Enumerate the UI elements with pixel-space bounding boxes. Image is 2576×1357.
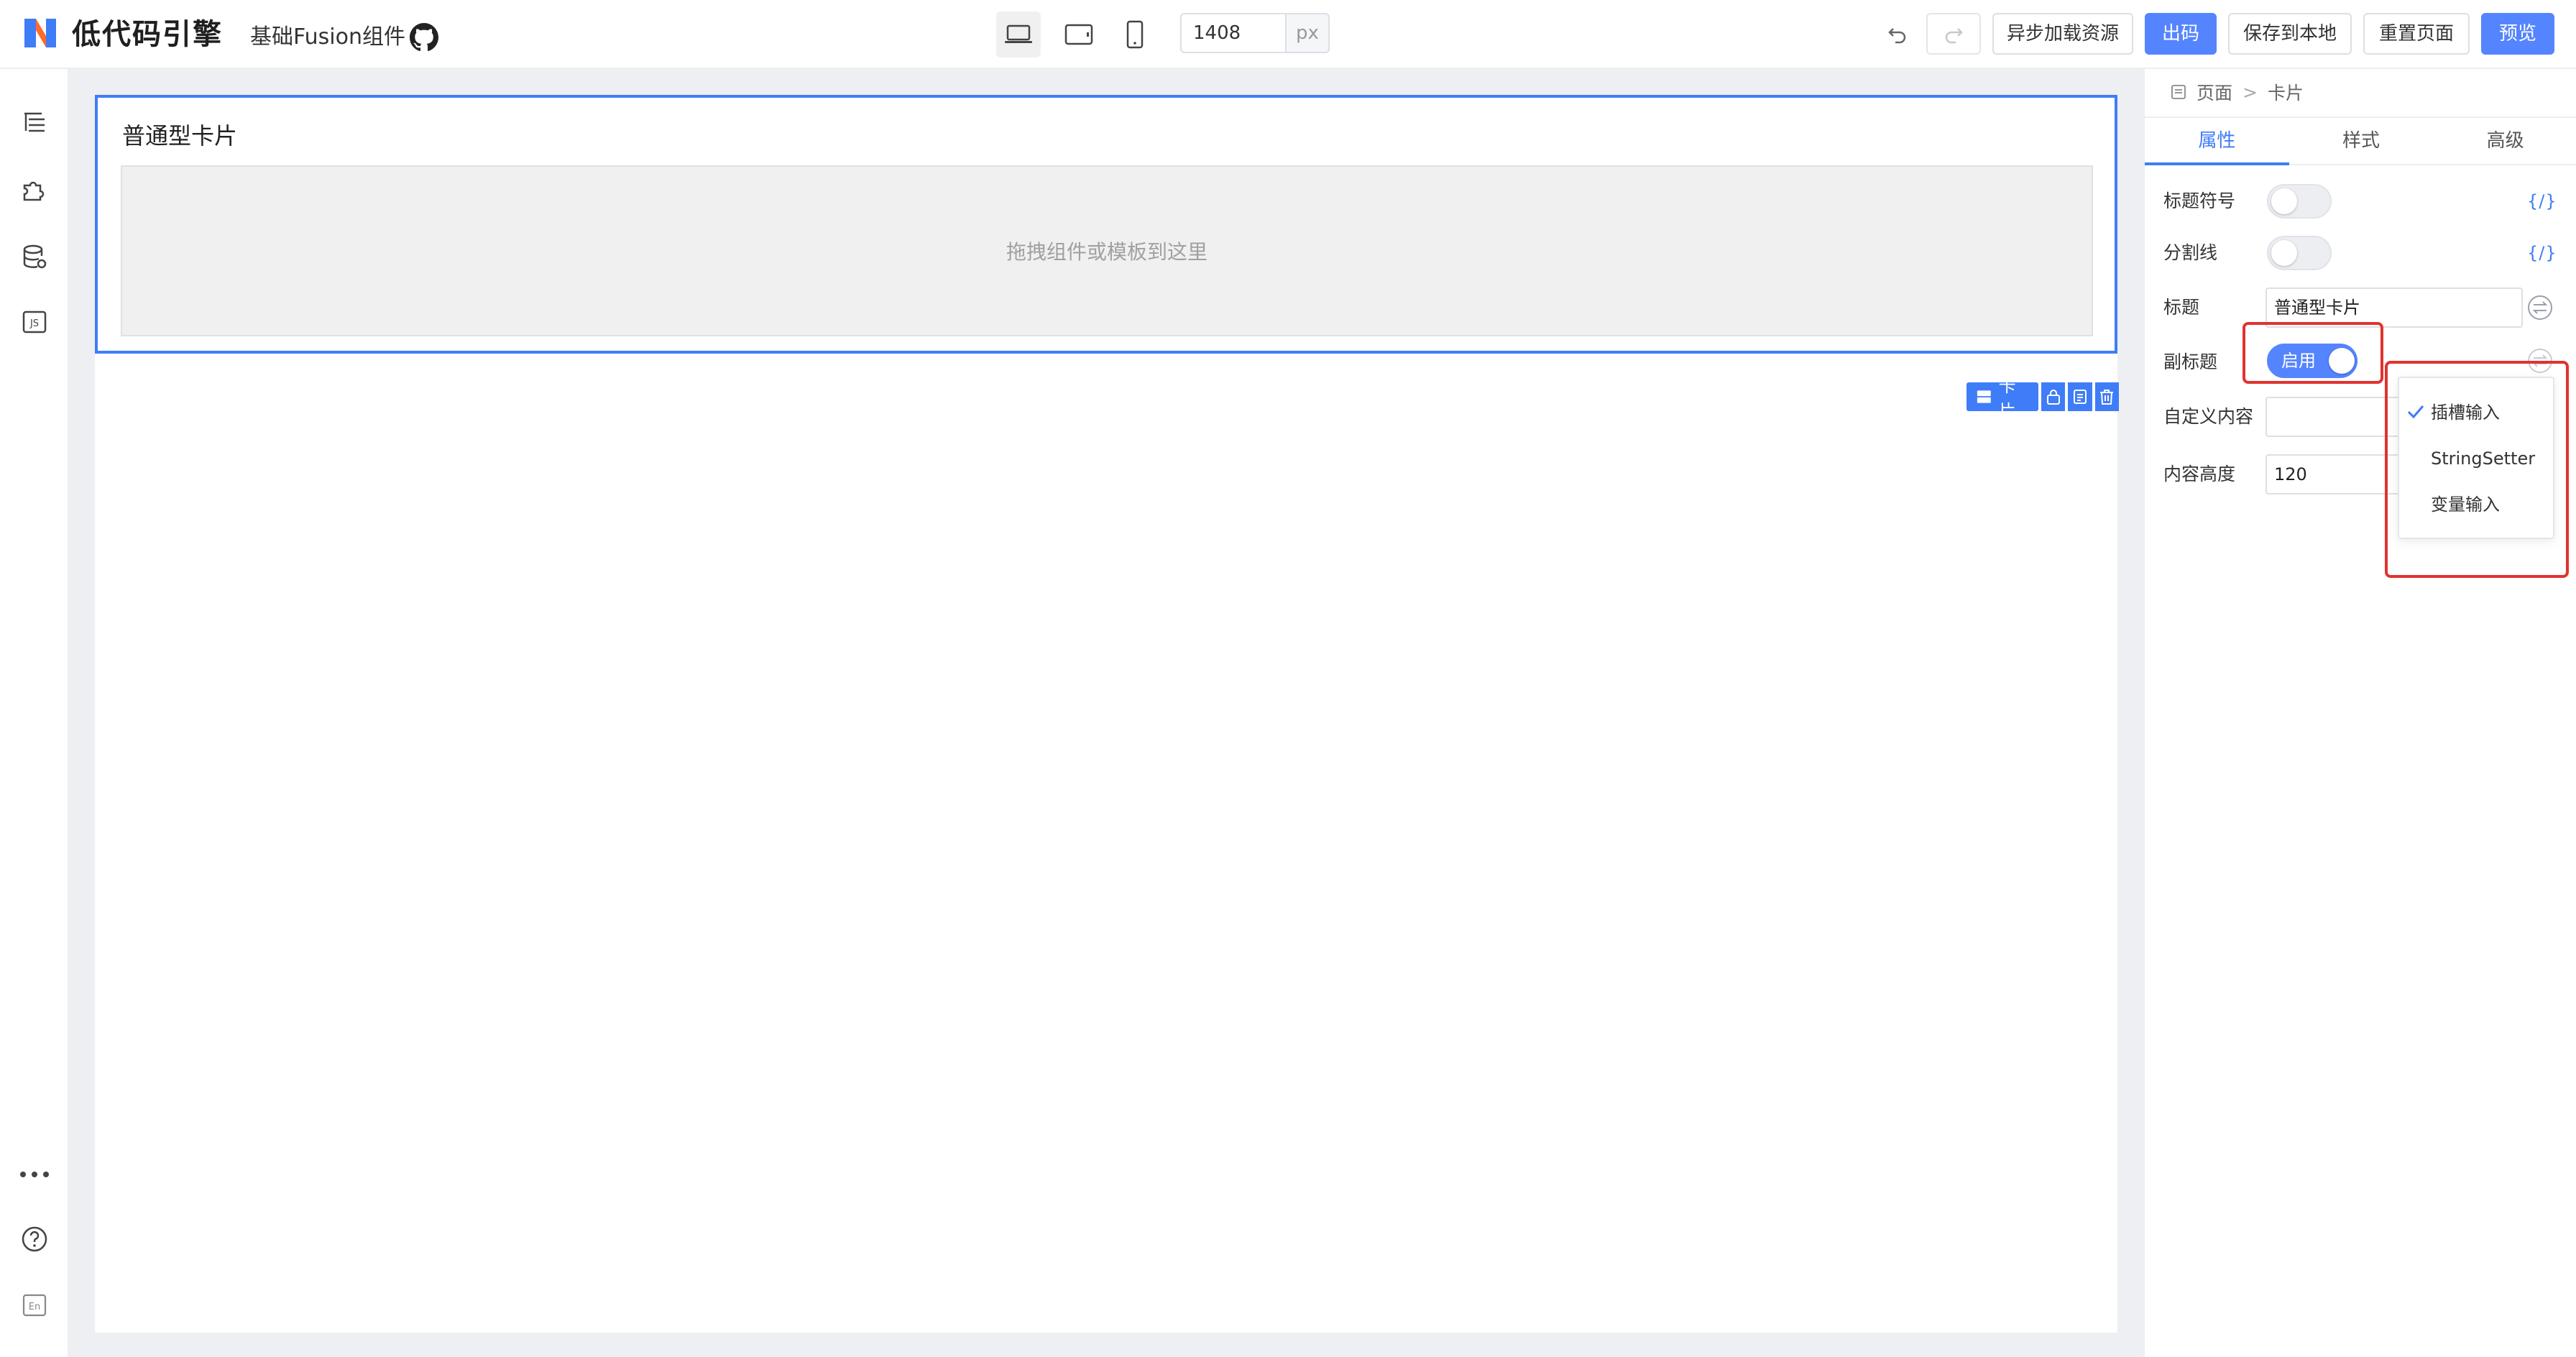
datasource-button[interactable] xyxy=(19,242,50,273)
save-local-button[interactable]: 保存到本地 xyxy=(2228,13,2352,55)
brand-title: 低代码引擎 xyxy=(72,18,223,51)
copy-button[interactable] xyxy=(2068,382,2092,411)
database-icon xyxy=(23,244,47,269)
selection-label-text: 卡片 xyxy=(1998,376,2016,421)
outline-tree-button[interactable] xyxy=(19,106,50,138)
more-button[interactable] xyxy=(19,1159,50,1190)
tablet-view-button[interactable] xyxy=(1057,12,1101,58)
title-symbol-code-toggle[interactable]: {/} xyxy=(2527,187,2557,216)
trash-icon xyxy=(2100,390,2114,405)
reset-page-button[interactable]: 重置页面 xyxy=(2363,13,2470,55)
delete-button[interactable] xyxy=(2094,382,2119,411)
puzzle-icon xyxy=(23,181,45,201)
subtitle-label: 副标题 xyxy=(2163,351,2218,372)
divider-label: 分割线 xyxy=(2163,242,2218,263)
desktop-view-button[interactable] xyxy=(996,12,1041,58)
components-button[interactable] xyxy=(19,174,50,206)
preview-button[interactable]: 预览 xyxy=(2481,13,2554,55)
tab-props[interactable]: 属性 xyxy=(2145,118,2289,165)
canvas-width-unit: px xyxy=(1285,13,1330,53)
undo-button[interactable] xyxy=(1874,13,1920,55)
selection-label[interactable]: 卡片 xyxy=(1966,376,2038,421)
language-button[interactable]: En xyxy=(19,1289,50,1321)
project-name: 基础Fusion组件 xyxy=(250,24,405,50)
async-load-button[interactable]: 异步加载资源 xyxy=(1992,13,2133,55)
title-symbol-label: 标题符号 xyxy=(2163,190,2236,211)
breadcrumb: 页面 > 卡片 xyxy=(2171,78,2304,106)
export-code-button[interactable]: 出码 xyxy=(2145,13,2217,55)
highlight-box-subtitle-switch xyxy=(2242,322,2383,384)
language-en-icon: En xyxy=(22,1294,47,1317)
tab-advanced[interactable]: 高级 xyxy=(2433,118,2576,164)
switch-knob xyxy=(2271,188,2297,214)
outline-tree-icon xyxy=(24,112,45,132)
js-code-button[interactable]: JS xyxy=(19,306,50,338)
card-dropzone[interactable]: 拖拽组件或模板到这里 xyxy=(121,165,2093,336)
breadcrumb-page[interactable]: 页面 xyxy=(2196,79,2232,105)
card-title: 普通型卡片 xyxy=(122,122,238,150)
canvas-width-input[interactable]: 1408 xyxy=(1180,13,1287,53)
top-toolbar: 低代码引擎 基础Fusion组件 1408 px 异步加载资源 出码 保存到本地… xyxy=(0,0,2576,69)
tab-style[interactable]: 样式 xyxy=(2289,118,2434,164)
page-canvas[interactable]: 普通型卡片 拖拽组件或模板到这里 卡片 xyxy=(95,95,2119,1333)
title-symbol-switch[interactable] xyxy=(2267,184,2332,218)
selection-toolbar: 卡片 xyxy=(1966,376,2119,421)
undo-icon xyxy=(1888,28,1906,44)
js-icon: JS xyxy=(22,310,47,334)
redo-button[interactable] xyxy=(1926,13,1981,55)
left-sidebar: JS En xyxy=(0,69,69,1357)
redo-icon xyxy=(1945,28,1963,44)
design-canvas-area: 普通型卡片 拖拽组件或模板到这里 卡片 xyxy=(69,69,2143,1357)
panel-tabs: 属性 样式 高级 xyxy=(2145,116,2576,165)
switch-knob xyxy=(2271,240,2297,266)
svg-text:JS: JS xyxy=(29,318,39,329)
divider-code-toggle[interactable]: {/} xyxy=(2527,239,2557,267)
mobile-view-button[interactable] xyxy=(1113,12,1157,58)
copy-icon xyxy=(2073,390,2087,404)
divider-switch[interactable] xyxy=(2267,236,2332,270)
lowcode-logo xyxy=(24,19,56,47)
setter-switch-icon[interactable] xyxy=(2526,293,2554,322)
breadcrumb-card: 卡片 xyxy=(2267,83,2304,104)
title-label: 标题 xyxy=(2163,297,2200,318)
page-icon xyxy=(2171,85,2186,99)
breadcrumb-separator: > xyxy=(2242,81,2258,103)
card-component-icon xyxy=(1977,390,1991,403)
phone-icon xyxy=(1126,20,1144,49)
help-icon xyxy=(22,1226,47,1252)
settings-panel: 页面 > 卡片 属性 样式 高级 标题符号 {/} 分割线 {/} 标题 普通型… xyxy=(2143,69,2576,1357)
laptop-icon xyxy=(1005,24,1032,43)
card-component[interactable]: 普通型卡片 拖拽组件或模板到这里 xyxy=(95,95,2117,354)
svg-text:En: En xyxy=(29,1302,40,1312)
content-height-label: 内容高度 xyxy=(2163,464,2236,484)
lock-button[interactable] xyxy=(2041,382,2066,411)
tablet-icon xyxy=(1064,24,1093,45)
highlight-box-setter-menu xyxy=(2385,361,2569,578)
github-icon[interactable] xyxy=(410,23,438,52)
more-dots-icon xyxy=(20,1172,49,1177)
help-button[interactable] xyxy=(19,1223,50,1255)
lock-icon xyxy=(2046,390,2060,405)
custom-content-label: 自定义内容 xyxy=(2163,406,2254,427)
